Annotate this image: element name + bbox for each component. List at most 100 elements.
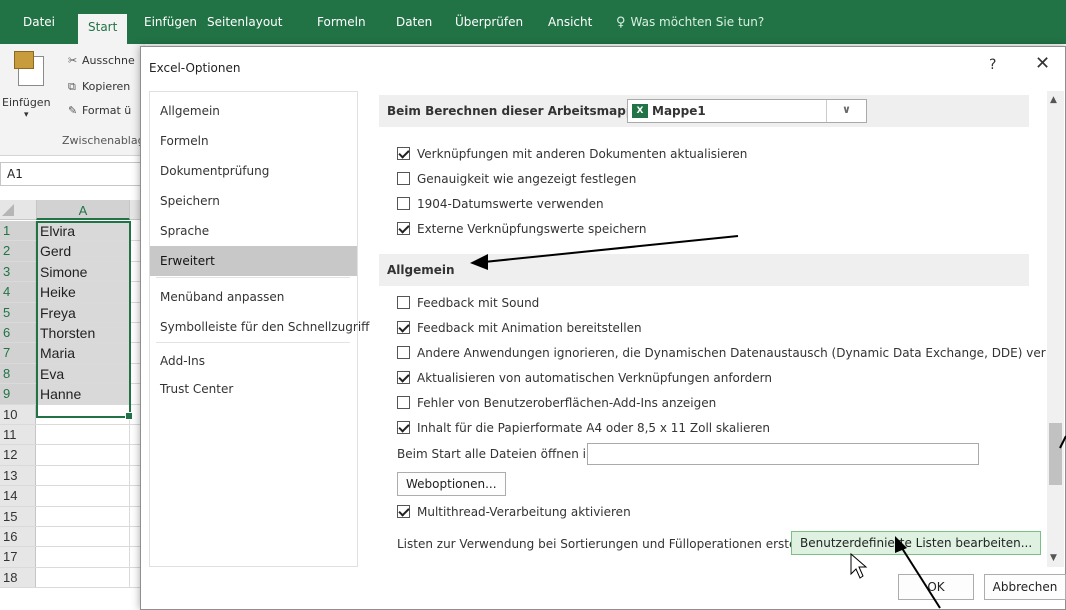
option-update-links[interactable]: Verknüpfungen mit anderen Dokumenten akt… (397, 147, 747, 165)
option-ignore-dde[interactable]: Andere Anwendungen ignorieren, die Dynam… (397, 346, 1046, 364)
scroll-up-icon[interactable]: ▲ (1050, 95, 1057, 105)
close-icon[interactable]: ✕ (1035, 53, 1050, 74)
row-header[interactable]: 5 (0, 302, 36, 322)
row-header[interactable]: 2 (0, 241, 36, 261)
row-header[interactable]: 12 (0, 445, 36, 465)
select-all-corner[interactable] (2, 204, 14, 216)
row-header[interactable]: 13 (0, 465, 36, 486)
sheet-row[interactable]: 10 (0, 404, 145, 425)
row-header[interactable]: 8 (0, 363, 36, 384)
row-header[interactable]: 17 (0, 547, 36, 567)
copy-button[interactable]: ⧉ Kopieren (68, 80, 130, 94)
sheet-row[interactable]: 5 Freya (0, 302, 145, 323)
nav-dokumentpruefung[interactable]: Dokumentprüfung (150, 156, 357, 186)
cell-a[interactable] (37, 547, 130, 567)
row-header[interactable]: 18 (0, 567, 36, 588)
sheet-row[interactable]: 6 Thorsten (0, 323, 145, 344)
cell-a[interactable] (37, 425, 130, 445)
checkbox[interactable] (397, 505, 410, 518)
option-addin-errors[interactable]: Fehler von Benutzeroberflächen-Add-Ins a… (397, 396, 716, 414)
nav-menueband[interactable]: Menüband anpassen (150, 282, 357, 312)
sheet-row[interactable]: 14 (0, 486, 145, 507)
paste-dropdown-icon[interactable]: ▾ (24, 110, 29, 120)
cell-a[interactable] (37, 465, 130, 486)
sheet-row[interactable]: 11 (0, 425, 145, 446)
sheet-row[interactable]: 17 (0, 547, 145, 568)
nav-formeln[interactable]: Formeln (150, 126, 357, 156)
checkbox[interactable] (397, 197, 410, 210)
tab-start[interactable]: Start (78, 14, 128, 44)
cell-a[interactable]: Thorsten (37, 323, 130, 343)
tell-me-box[interactable]: ♀ Was möchten Sie tun? (616, 15, 764, 30)
sheet-row[interactable]: 18 (0, 567, 145, 589)
cell-a[interactable] (37, 506, 130, 526)
option-scale-paper[interactable]: Inhalt für die Papierformate A4 oder 8,5… (397, 421, 770, 439)
tab-ansicht[interactable]: Ansicht (548, 15, 592, 29)
web-options-button[interactable]: Weboptionen... (397, 472, 506, 496)
help-button[interactable]: ? (989, 57, 996, 73)
cell-a[interactable]: Freya (37, 302, 130, 322)
row-header[interactable]: 16 (0, 527, 36, 547)
row-header[interactable]: 7 (0, 343, 36, 363)
tab-seitenlayout[interactable]: Seitenlayout (207, 15, 282, 29)
sheet-row[interactable]: 9 Hanne (0, 384, 145, 405)
option-precision[interactable]: Genauigkeit wie angezeigt festlegen (397, 172, 636, 190)
sheet-row[interactable]: 12 (0, 445, 145, 466)
row-header[interactable]: 1 (0, 221, 36, 241)
sheet-row[interactable]: 16 (0, 527, 145, 548)
cell-a[interactable] (37, 567, 130, 588)
checkbox[interactable] (397, 321, 410, 334)
sheet-row[interactable]: 4 Heike (0, 282, 145, 303)
cut-button[interactable]: ✂ Ausschne (68, 54, 135, 67)
sheet-row[interactable]: 13 (0, 465, 145, 487)
cancel-button[interactable]: Abbrechen (984, 574, 1066, 600)
name-box[interactable]: A1 (0, 162, 145, 186)
cell-a[interactable]: Elvira (37, 221, 130, 241)
column-header-a[interactable]: A (36, 200, 130, 220)
option-feedback-animation[interactable]: Feedback mit Animation bereitstellen (397, 321, 642, 339)
nav-sprache[interactable]: Sprache (150, 216, 357, 246)
cell-a[interactable]: Simone (37, 261, 130, 282)
tab-ueberpruefen[interactable]: Überprüfen (455, 15, 523, 29)
row-header[interactable]: 10 (0, 404, 36, 424)
chevron-down-icon[interactable]: ∨ (826, 100, 866, 122)
option-feedback-sound[interactable]: Feedback mit Sound (397, 296, 539, 314)
checkbox[interactable] (397, 346, 410, 359)
scroll-thumb[interactable] (1049, 423, 1062, 485)
checkbox[interactable] (397, 222, 410, 235)
row-header[interactable]: 11 (0, 425, 36, 445)
paste-icon[interactable] (14, 51, 44, 86)
checkbox[interactable] (397, 172, 410, 185)
checkbox[interactable] (397, 296, 410, 309)
checkbox[interactable] (397, 396, 410, 409)
cell-a[interactable] (37, 527, 130, 547)
paste-button-label[interactable]: Einfügen (2, 96, 51, 109)
checkbox[interactable] (397, 421, 410, 434)
sheet-row[interactable]: 3 Simone (0, 261, 145, 283)
sheet-row[interactable]: 2 Gerd (0, 241, 145, 262)
cell-a[interactable]: Maria (37, 343, 130, 363)
nav-trustcenter[interactable]: Trust Center (150, 374, 357, 404)
option-1904[interactable]: 1904-Datumswerte verwenden (397, 197, 604, 215)
cell-a[interactable] (37, 445, 130, 465)
worksheet-grid[interactable]: A 1 Elvira 2 Gerd 3 Simone 4 Heike 5 Freya 6 Thorst… (0, 200, 145, 610)
checkbox[interactable] (397, 147, 410, 160)
workbook-select[interactable]: X Mappe1 ∨ (627, 99, 867, 123)
start-files-input[interactable] (587, 443, 979, 465)
row-header[interactable]: 6 (0, 323, 36, 343)
cell-a[interactable]: Heike (37, 282, 130, 302)
format-painter-button[interactable]: ✎ Format ü (68, 104, 131, 117)
checkbox[interactable] (397, 371, 410, 384)
nav-speichern[interactable]: Speichern (150, 186, 357, 216)
tab-einfuegen[interactable]: Einfügen (144, 15, 197, 29)
cell-a[interactable]: Eva (37, 363, 130, 384)
tab-daten[interactable]: Daten (396, 15, 432, 29)
option-multithread[interactable]: Multithread-Verarbeitung aktivieren (397, 505, 631, 523)
content-scrollbar[interactable]: ▲ ▼ (1047, 91, 1064, 567)
sheet-row[interactable]: 1 Elvira (0, 221, 145, 242)
scroll-down-icon[interactable]: ▼ (1050, 553, 1057, 563)
nav-schnellzugriff[interactable]: Symbolleiste für den Schnellzugriff (150, 312, 369, 342)
edit-custom-lists-button[interactable]: Benutzerdefinierte Listen bearbeiten... (791, 531, 1042, 555)
row-header[interactable]: 9 (0, 384, 36, 404)
cell-a[interactable]: Hanne (37, 384, 130, 404)
